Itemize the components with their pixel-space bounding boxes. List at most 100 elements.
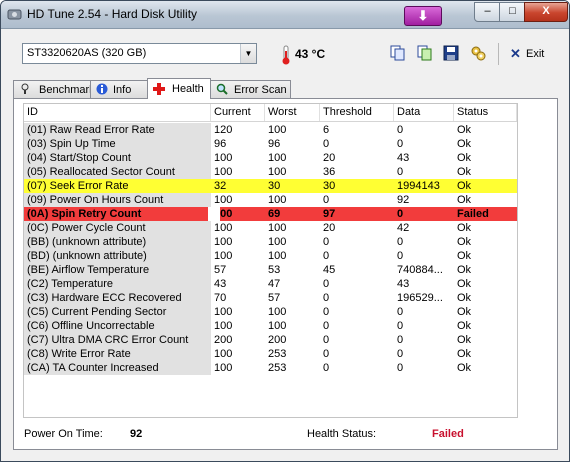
cell-worst: 100 [268, 166, 287, 178]
cell-current: 100 [214, 320, 233, 332]
chevron-down-icon[interactable]: ▼ [240, 44, 256, 63]
cell-data: 0 [397, 236, 404, 248]
cell-threshold: 0 [323, 348, 330, 360]
table-row[interactable]: (09) Power On Hours Count 100 100 0 92 Ok [24, 193, 517, 207]
table-row[interactable]: (0A) Spin Retry Count 100 69 97 0 Failed [24, 207, 517, 221]
drive-select[interactable]: ST3320620AS (320 GB) ▼ [22, 43, 257, 64]
cell-current: 96 [214, 138, 227, 150]
table-row[interactable]: (C5) Current Pending Sector 100 100 0 0 Ok [24, 305, 517, 319]
magnifier-icon [216, 83, 228, 95]
table-row[interactable]: (07) Seek Error Rate 32 30 30 1994143 Ok [24, 179, 517, 193]
cell-data: 43 [397, 152, 410, 164]
cell-data: 196529... [397, 292, 443, 304]
cell-id: (0C) Power Cycle Count [24, 221, 211, 235]
copy-all-icon[interactable] [417, 45, 433, 61]
power-on-time-label: Power On Time: [24, 428, 103, 440]
table-row[interactable]: (C3) Hardware ECC Recovered 70 57 0 196529..… [24, 291, 517, 305]
table-row[interactable]: (C7) Ultra DMA CRC Error Count 200 200 0 0 Ok [24, 333, 517, 347]
cell-current: 200 [214, 334, 233, 346]
cell-threshold: 0 [323, 306, 330, 318]
cell-data: 740884... [397, 264, 443, 276]
column-header-status[interactable]: Status [454, 104, 517, 121]
table-row[interactable]: (BB) (unknown attribute) 100 100 0 0 Ok [24, 235, 517, 249]
cell-id: (09) Power On Hours Count [24, 193, 211, 207]
table-row[interactable]: (03) Spin Up Time 96 96 0 0 Ok [24, 137, 517, 151]
cell-status: Ok [457, 124, 472, 136]
table-row[interactable]: (C2) Temperature 43 47 0 43 Ok [24, 277, 517, 291]
cell-status: Ok [457, 264, 472, 276]
table-row[interactable]: (CA) TA Counter Increased 100 253 0 0 Ok [24, 361, 517, 375]
table-row[interactable]: (BE) Airflow Temperature 57 53 45 740884... O… [24, 263, 517, 277]
column-header-id[interactable]: ID [24, 104, 211, 121]
cell-status: Ok [457, 362, 472, 374]
table-row[interactable]: (C8) Write Error Rate 100 253 0 0 Ok [24, 347, 517, 361]
tab-error-scan[interactable]: Error Scan [210, 80, 291, 98]
column-header-data[interactable]: Data [394, 104, 454, 121]
minimize-button[interactable]: – [474, 2, 501, 22]
cell-id: (BE) Airflow Temperature [24, 263, 211, 277]
options-icon[interactable] [470, 45, 486, 61]
cell-threshold: 45 [323, 264, 336, 276]
table-row[interactable]: (01) Raw Read Error Rate 120 100 6 0 Ok [24, 123, 517, 137]
cell-worst: 100 [268, 236, 287, 248]
cell-data: 42 [397, 222, 410, 234]
cell-status: Ok [457, 166, 472, 178]
cell-threshold: 20 [323, 152, 336, 164]
cell-data: 0 [394, 207, 454, 221]
cell-threshold: 0 [323, 292, 330, 304]
cell-current: 100 [214, 222, 233, 234]
cell-worst: 57 [268, 292, 281, 304]
health-panel: ID Current Worst Threshold Data Status (… [13, 98, 558, 450]
cell-status: Ok [457, 194, 472, 206]
cell-id: (C6) Offline Uncorrectable [24, 319, 211, 333]
cell-threshold: 0 [323, 138, 330, 150]
cell-id: (05) Reallocated Sector Count [24, 165, 211, 179]
cell-worst: 53 [268, 264, 281, 276]
exit-button[interactable]: Exit [526, 48, 544, 60]
table-row[interactable]: (BD) (unknown attribute) 100 100 0 0 Ok [24, 249, 517, 263]
cell-threshold: 6 [323, 124, 330, 136]
maximize-button[interactable]: □ [499, 2, 526, 22]
column-header-current[interactable]: Current [211, 104, 265, 121]
cell-status: Ok [457, 236, 472, 248]
cell-data: 0 [397, 166, 404, 178]
cell-current: 100 [214, 250, 233, 262]
close-button[interactable]: X [524, 2, 568, 22]
cell-status: Ok [457, 138, 472, 150]
cell-status: Ok [457, 306, 472, 318]
tab-health[interactable]: Health [147, 78, 211, 99]
cell-current: 120 [214, 124, 233, 136]
download-icon[interactable]: ⬇ [404, 6, 442, 26]
table-row[interactable]: (05) Reallocated Sector Count 100 100 36 0 Ok [24, 165, 517, 179]
cell-status: Ok [457, 278, 472, 290]
cell-worst: 253 [268, 348, 287, 360]
tab-info[interactable]: Info [90, 80, 148, 98]
cell-current: 100 [214, 194, 233, 206]
cell-id: (04) Start/Stop Count [24, 151, 211, 165]
cell-worst: 253 [268, 362, 287, 374]
cell-status: Ok [457, 348, 472, 360]
copy-icon[interactable] [390, 45, 406, 61]
cell-status: Failed [454, 207, 517, 221]
tab-benchmark[interactable]: Benchmark [13, 80, 95, 98]
cell-threshold: 0 [323, 320, 330, 332]
table-row[interactable]: (C6) Offline Uncorrectable 100 100 0 0 Ok [24, 319, 517, 333]
thermometer-icon [282, 45, 290, 65]
column-header-threshold[interactable]: Threshold [320, 104, 394, 121]
cell-current: 100 [214, 362, 233, 374]
cell-worst: 96 [268, 138, 281, 150]
exit-icon[interactable]: ✕ [510, 47, 521, 60]
cell-worst: 100 [268, 222, 287, 234]
table-row[interactable]: (04) Start/Stop Count 100 100 20 43 Ok [24, 151, 517, 165]
column-header-worst[interactable]: Worst [265, 104, 320, 121]
table-row[interactable]: (0C) Power Cycle Count 100 100 20 42 Ok [24, 221, 517, 235]
cell-status: Ok [457, 222, 472, 234]
smart-table[interactable]: ID Current Worst Threshold Data Status (… [23, 103, 518, 418]
title-bar[interactable]: HD Tune 2.54 - Hard Disk Utility ⬇ – □ X [1, 1, 569, 29]
table-header: ID Current Worst Threshold Data Status [24, 104, 517, 122]
temperature-readout: 43 °C [295, 47, 326, 61]
cell-threshold: 0 [323, 278, 330, 290]
cell-worst: 200 [268, 334, 287, 346]
cell-worst: 100 [268, 194, 287, 206]
save-icon[interactable] [443, 45, 459, 61]
